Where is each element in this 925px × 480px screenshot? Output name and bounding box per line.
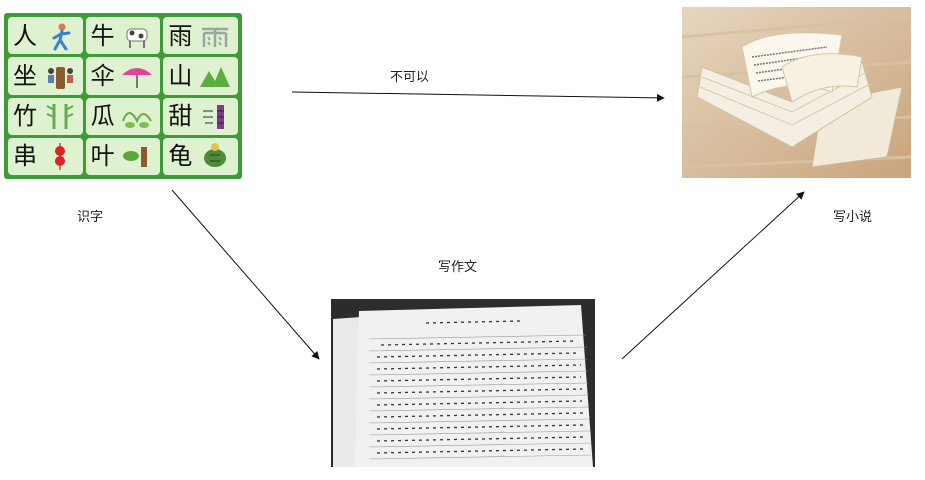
arrow-cannot xyxy=(291,91,665,102)
diagram-canvas: 人 牛 雨 坐 伞 山 竹 瓜 甜 串 叶 龟 识字 不可以 写作文 写小说 xyxy=(0,0,925,480)
arrow-to-novel xyxy=(621,191,805,360)
arrow-to-essay xyxy=(171,189,320,360)
arrows-layer xyxy=(171,91,805,360)
